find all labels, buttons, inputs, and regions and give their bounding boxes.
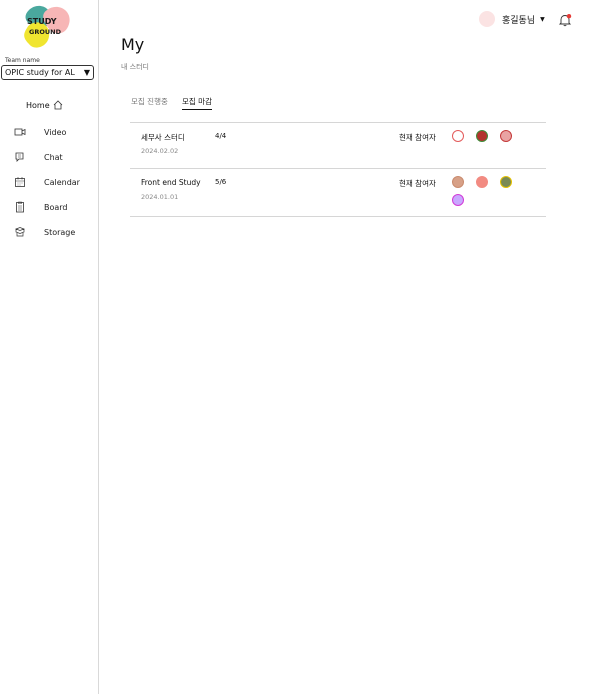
nav-item-board-label: Board xyxy=(44,202,68,212)
nav-item-storage[interactable]: Storage xyxy=(14,225,75,239)
dropdown-caret-icon: ▼ xyxy=(540,15,545,23)
nav-item-chat-label: Chat xyxy=(44,152,63,162)
study-date: 2024.01.01 xyxy=(141,193,179,201)
user-menu[interactable]: 홍길동님 ▼ xyxy=(479,11,545,27)
avatar xyxy=(479,11,495,27)
tab-closed[interactable]: 모집 마감 xyxy=(182,96,212,110)
team-select[interactable]: OPIC study for AL ▼ xyxy=(1,65,94,80)
nav-item-video-label: Video xyxy=(44,127,67,137)
username: 홍길동님 xyxy=(502,15,536,26)
nav-item-storage-label: Storage xyxy=(44,227,76,237)
participant-avatars xyxy=(452,176,528,206)
nav-item-chat[interactable]: Chat xyxy=(14,150,63,164)
study-name: Front end Study xyxy=(141,178,201,187)
study-date: 2024.02.02 xyxy=(141,147,179,155)
participants-label: 현재 참여자 xyxy=(399,133,436,142)
logo-text-line1: STUDY xyxy=(27,17,57,26)
nav-item-calendar-label: Calendar xyxy=(44,177,80,187)
study-member-count: 5/6 xyxy=(215,178,227,186)
team-select-value: OPIC study for AL xyxy=(5,68,75,77)
participant-avatar[interactable] xyxy=(476,130,488,142)
chat-icon xyxy=(14,151,26,163)
study-row[interactable]: 세무사 스터디 2024.02.02 4/4 현재 참여자 xyxy=(130,122,546,168)
study-list: 세무사 스터디 2024.02.02 4/4 현재 참여자 Front end … xyxy=(130,122,546,217)
participant-avatar[interactable] xyxy=(452,176,464,188)
nav-item-video[interactable]: Video xyxy=(14,125,66,139)
nav-home[interactable]: Home xyxy=(26,100,63,110)
study-ground-logo[interactable]: STUDY GROUND xyxy=(21,4,73,52)
sidebar: STUDY GROUND Team name OPIC study for AL… xyxy=(0,0,99,694)
board-icon xyxy=(14,201,26,213)
team-name-label: Team name xyxy=(5,57,40,64)
caret-down-icon: ▼ xyxy=(83,68,90,77)
participant-avatar[interactable] xyxy=(476,176,488,188)
study-member-count: 4/4 xyxy=(215,132,227,140)
nav-home-label: Home xyxy=(26,100,50,110)
video-icon xyxy=(14,126,26,138)
participants-label: 현재 참여자 xyxy=(399,179,436,188)
notification-dot xyxy=(566,14,572,19)
page-subtitle: 내 스터디 xyxy=(121,63,149,71)
participant-avatar[interactable] xyxy=(500,130,512,142)
calendar-icon xyxy=(14,176,26,188)
logo-text-line2: GROUND xyxy=(29,28,62,36)
tab-recruiting[interactable]: 모집 진행중 xyxy=(131,96,168,109)
study-name: 세무사 스터디 xyxy=(141,133,185,142)
participant-avatar[interactable] xyxy=(452,130,464,142)
home-icon xyxy=(53,100,62,110)
page-title: My xyxy=(121,35,145,54)
study-row[interactable]: Front end Study 2024.01.01 5/6 현재 참여자 xyxy=(130,168,546,217)
nav-item-calendar[interactable]: Calendar xyxy=(14,175,80,189)
logo-graphic: STUDY GROUND xyxy=(24,5,70,48)
notification-bell-icon[interactable] xyxy=(558,12,572,27)
participant-avatars xyxy=(452,130,528,142)
storage-icon xyxy=(14,226,26,238)
nav-item-board[interactable]: Board xyxy=(14,200,68,214)
participant-avatar[interactable] xyxy=(500,176,512,188)
participant-avatar[interactable] xyxy=(452,194,464,206)
